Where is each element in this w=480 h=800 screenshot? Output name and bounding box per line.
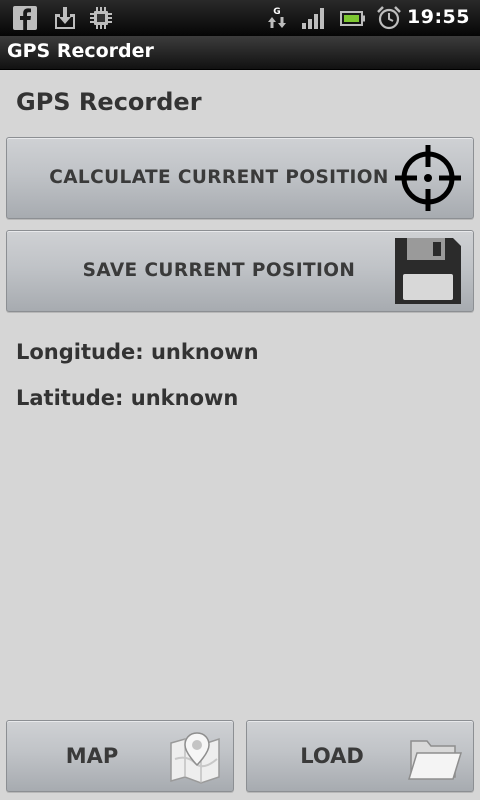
map-button-label: MAP: [65, 744, 119, 768]
save-position-label: SAVE CURRENT POSITION: [82, 260, 356, 281]
alarm-icon: [377, 6, 401, 30]
calculate-position-button[interactable]: CALCULATE CURRENT POSITION: [6, 137, 474, 219]
map-button[interactable]: MAP: [6, 720, 234, 792]
status-time: 19:55: [407, 6, 470, 28]
calculate-position-label: CALCULATE CURRENT POSITION: [49, 167, 389, 188]
signal-icon: [302, 8, 324, 29]
network-letter: G: [273, 7, 280, 17]
floppy-disk-icon: [395, 238, 461, 304]
status-bar: G 19:55: [0, 0, 480, 36]
load-button-label: LOAD: [300, 744, 364, 768]
crosshair-icon: [395, 145, 461, 211]
map-pin-icon: [170, 732, 220, 784]
battery-icon: [340, 11, 365, 26]
app-title-bar: GPS Recorder: [0, 36, 480, 70]
facebook-icon: [13, 6, 37, 30]
load-button[interactable]: LOAD: [246, 720, 474, 792]
app-title: GPS Recorder: [7, 40, 154, 62]
data-transfer-icon: G: [268, 7, 286, 28]
page-heading: GPS Recorder: [16, 88, 202, 116]
folder-icon: [407, 740, 463, 780]
chip-icon: [90, 7, 112, 29]
download-icon: [55, 7, 75, 29]
save-position-button[interactable]: SAVE CURRENT POSITION: [6, 230, 474, 312]
latitude-text: Latitude: unknown: [16, 386, 239, 410]
longitude-text: Longitude: unknown: [16, 340, 259, 364]
